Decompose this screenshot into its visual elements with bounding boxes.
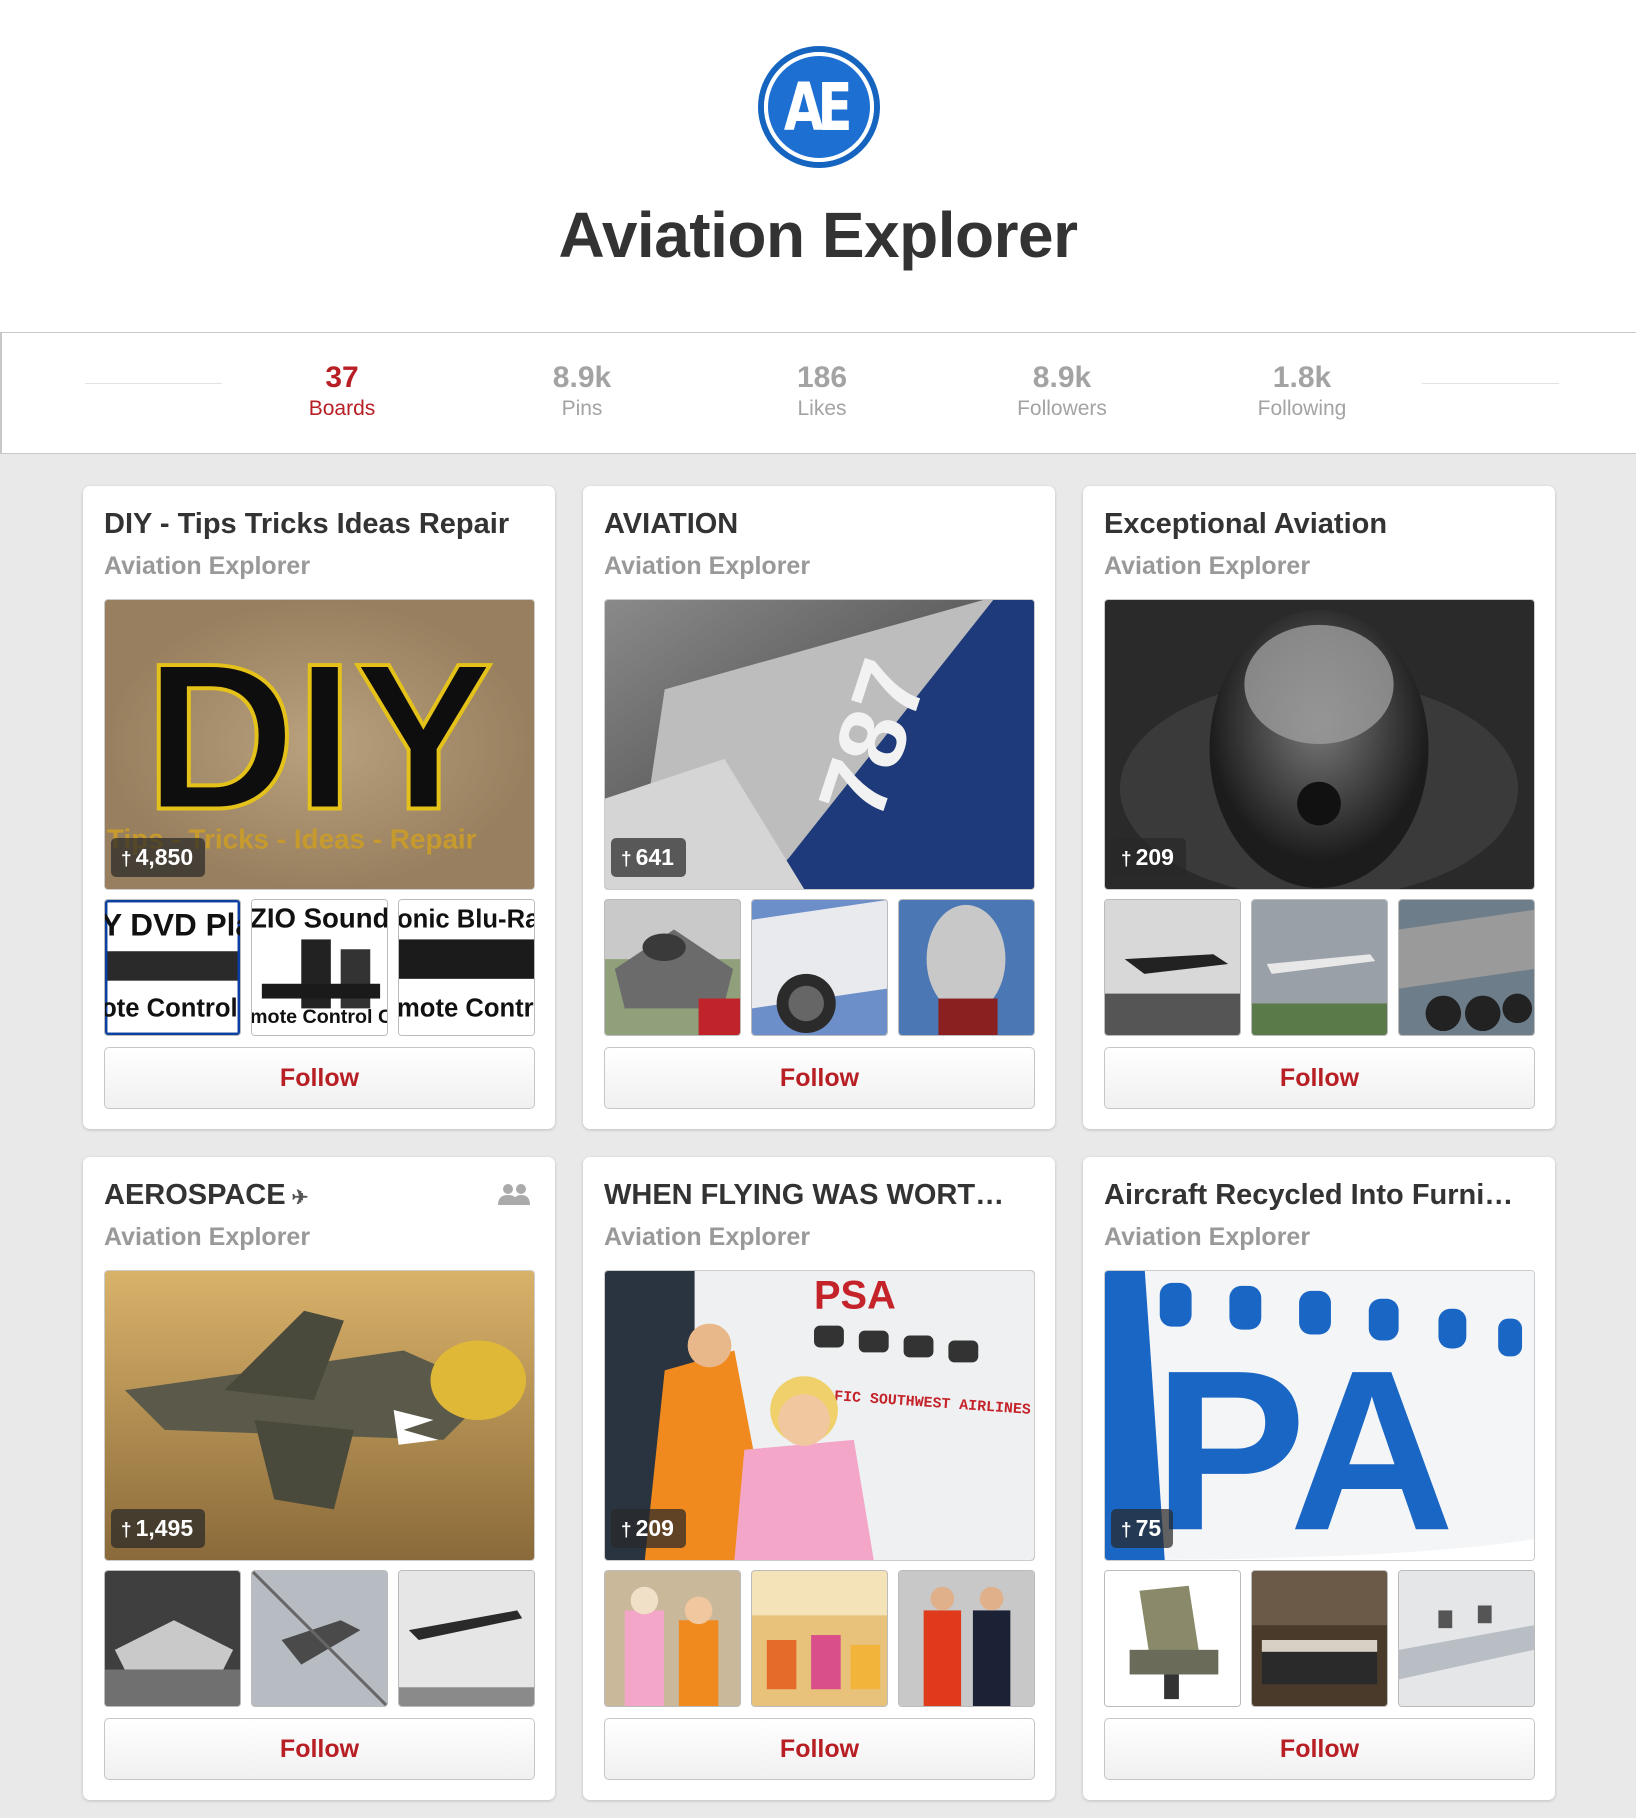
board-thumbnails bbox=[104, 1570, 535, 1707]
stat-pins[interactable]: 8.9k Pins bbox=[482, 361, 682, 421]
board-thumbnails: Y DVD Pla ote Control C ZIO Sound Ba mot… bbox=[104, 899, 535, 1036]
svg-text:PA: PA bbox=[1154, 1323, 1455, 1560]
board-title[interactable]: DIY - Tips Tricks Ideas Repair bbox=[104, 508, 534, 541]
stat-value: 8.9k bbox=[552, 361, 612, 394]
pushpin-icon: † bbox=[121, 849, 132, 870]
board-owner[interactable]: Aviation Explorer bbox=[104, 1223, 310, 1252]
profile-stats-bar: 37 Boards 8.9k Pins 186 Likes 8.9k Follo… bbox=[0, 332, 1636, 454]
follow-button[interactable]: Follow bbox=[1104, 1718, 1535, 1780]
board-card[interactable]: Exceptional Aviation Aviation Explorer †… bbox=[1083, 486, 1555, 1129]
follow-button[interactable]: Follow bbox=[604, 1047, 1035, 1109]
follow-button[interactable]: Follow bbox=[104, 1718, 535, 1780]
board-thumbnail[interactable] bbox=[604, 899, 741, 1036]
pushpin-icon: † bbox=[621, 1520, 632, 1541]
stat-likes[interactable]: 186 Likes bbox=[722, 361, 922, 421]
board-thumbnails bbox=[1104, 1570, 1535, 1707]
pushpin-icon: † bbox=[1121, 1520, 1132, 1541]
board-card[interactable]: Aircraft Recycled Into Furni… Aviation E… bbox=[1083, 1157, 1555, 1800]
avatar-logo-text: AE bbox=[783, 68, 853, 146]
board-card[interactable]: DIY - Tips Tricks Ideas Repair Aviation … bbox=[83, 486, 555, 1129]
svg-text:ote Control C: ote Control C bbox=[105, 994, 240, 1022]
stat-value: 1.8k bbox=[1272, 361, 1332, 394]
svg-text:onic Blu-Ray: onic Blu-Ray bbox=[399, 906, 534, 934]
board-cover-image[interactable]: PA † 75 bbox=[1104, 1270, 1535, 1561]
board-title[interactable]: Exceptional Aviation bbox=[1104, 508, 1534, 541]
stat-label: Likes bbox=[797, 397, 847, 420]
group-icon bbox=[498, 1184, 530, 1205]
board-thumbnail[interactable] bbox=[1104, 899, 1241, 1036]
board-thumbnail[interactable] bbox=[1398, 1570, 1535, 1707]
pin-count-badge: † 209 bbox=[1111, 838, 1186, 877]
pushpin-icon: † bbox=[1121, 849, 1132, 870]
board-thumbnail[interactable]: Y DVD Pla ote Control C bbox=[104, 899, 241, 1036]
follow-button[interactable]: Follow bbox=[1104, 1047, 1535, 1109]
pin-count-badge: † 1,495 bbox=[111, 1509, 206, 1548]
pin-count-badge: † 75 bbox=[1111, 1509, 1174, 1548]
divider bbox=[85, 383, 222, 384]
board-thumbnail[interactable] bbox=[251, 1570, 388, 1707]
svg-text:mote Control Co: mote Control Co bbox=[252, 1006, 387, 1028]
avatar[interactable]: AE bbox=[758, 46, 880, 168]
board-cover-image[interactable]: † 209 bbox=[1104, 599, 1535, 890]
board-cover-image[interactable]: 787 † 641 bbox=[604, 599, 1035, 890]
pin-count-badge: † 4,850 bbox=[111, 838, 206, 877]
svg-text:ZIO Sound Ba: ZIO Sound Ba bbox=[252, 903, 387, 934]
stat-label: Pins bbox=[561, 397, 603, 420]
divider bbox=[1422, 383, 1559, 384]
board-thumbnail[interactable] bbox=[1251, 899, 1388, 1036]
board-thumbnail[interactable] bbox=[751, 899, 888, 1036]
stat-label: Boards bbox=[308, 397, 376, 420]
board-thumbnail[interactable]: onic Blu-Ray mote Control bbox=[398, 899, 535, 1036]
board-owner[interactable]: Aviation Explorer bbox=[604, 552, 810, 581]
board-thumbnail[interactable] bbox=[1398, 899, 1535, 1036]
pushpin-icon: † bbox=[121, 1520, 132, 1541]
board-owner[interactable]: Aviation Explorer bbox=[104, 552, 310, 581]
stat-label: Followers bbox=[1017, 397, 1107, 420]
pushpin-icon: † bbox=[621, 849, 632, 870]
board-title[interactable]: AVIATION bbox=[604, 508, 1034, 541]
board-thumbnail[interactable] bbox=[604, 1570, 741, 1707]
follow-button[interactable]: Follow bbox=[104, 1047, 535, 1109]
board-owner[interactable]: Aviation Explorer bbox=[604, 1223, 810, 1252]
board-thumbnail[interactable] bbox=[104, 1570, 241, 1707]
airplane-icon: ✈ bbox=[291, 1187, 309, 1209]
pin-count-badge: † 641 bbox=[611, 838, 686, 877]
svg-text:DIY: DIY bbox=[145, 621, 493, 854]
board-cover-image[interactable]: PSA FIC SOUTHWEST AIRLINES † 209 bbox=[604, 1270, 1035, 1561]
svg-text:Y DVD Pla: Y DVD Pla bbox=[105, 906, 240, 942]
board-thumbnail[interactable] bbox=[898, 1570, 1035, 1707]
stat-value: 37 bbox=[325, 361, 359, 394]
board-thumbnail[interactable] bbox=[1104, 1570, 1241, 1707]
profile-name: Aviation Explorer bbox=[558, 199, 1078, 271]
board-thumbnail[interactable]: ZIO Sound Ba mote Control Co bbox=[251, 899, 388, 1036]
board-card[interactable]: WHEN FLYING WAS WORT… Aviation Explorer … bbox=[583, 1157, 1055, 1800]
board-thumbnail[interactable] bbox=[398, 1570, 535, 1707]
svg-text:PSA: PSA bbox=[814, 1274, 896, 1318]
board-title[interactable]: WHEN FLYING WAS WORT… bbox=[604, 1179, 1034, 1212]
board-owner[interactable]: Aviation Explorer bbox=[1104, 552, 1310, 581]
board-thumbnail[interactable] bbox=[751, 1570, 888, 1707]
stat-value: 8.9k bbox=[1032, 361, 1092, 394]
stat-followers[interactable]: 8.9k Followers bbox=[962, 361, 1162, 421]
profile-header: AE Aviation Explorer bbox=[0, 0, 1636, 332]
board-title[interactable]: AEROSPACE ✈ bbox=[104, 1179, 534, 1212]
board-thumbnail[interactable] bbox=[1251, 1570, 1388, 1707]
stat-following[interactable]: 1.8k Following bbox=[1202, 361, 1402, 421]
stat-value: 186 bbox=[796, 361, 848, 394]
board-cover-image[interactable]: DIY Tips - Tricks - Ideas - Repair † 4,85… bbox=[104, 599, 535, 890]
board-owner[interactable]: Aviation Explorer bbox=[1104, 1223, 1310, 1252]
board-thumbnails bbox=[604, 899, 1035, 1036]
board-cover-image[interactable]: † 1,495 bbox=[104, 1270, 535, 1561]
svg-text:mote Control: mote Control bbox=[399, 994, 534, 1022]
board-thumbnail[interactable] bbox=[898, 899, 1035, 1036]
stat-boards[interactable]: 37 Boards bbox=[242, 361, 442, 421]
board-thumbnails bbox=[604, 1570, 1035, 1707]
follow-button[interactable]: Follow bbox=[604, 1718, 1035, 1780]
pin-count-badge: † 209 bbox=[611, 1509, 686, 1548]
stat-label: Following bbox=[1257, 397, 1347, 420]
board-thumbnails bbox=[1104, 899, 1535, 1036]
board-card[interactable]: AEROSPACE ✈ Aviation Explorer † 1,495 Fo… bbox=[83, 1157, 555, 1800]
board-card[interactable]: AVIATION Aviation Explorer 787 † 641 Fol… bbox=[583, 486, 1055, 1129]
board-title[interactable]: Aircraft Recycled Into Furni… bbox=[1104, 1179, 1534, 1212]
